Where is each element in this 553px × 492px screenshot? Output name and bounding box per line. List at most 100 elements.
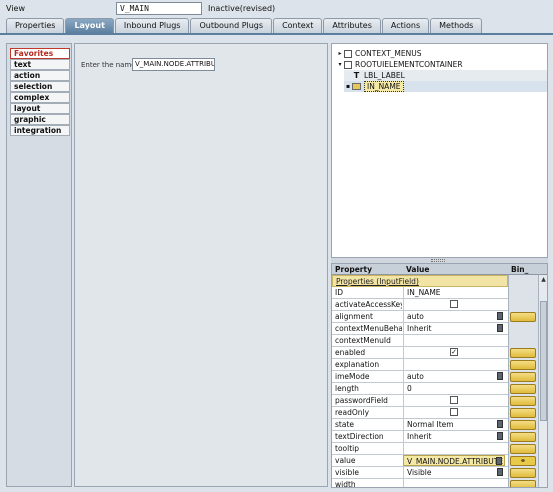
- property-group-header[interactable]: Properties (InputField): [332, 275, 508, 287]
- checkbox[interactable]: [450, 408, 458, 416]
- dropdown-icon[interactable]: [497, 372, 503, 380]
- property-row-readonly[interactable]: readOnly: [332, 407, 508, 419]
- tab-context[interactable]: Context: [273, 18, 323, 33]
- property-checkbox-cell[interactable]: [403, 407, 505, 418]
- property-row-width[interactable]: width: [332, 479, 508, 487]
- text-label-icon: T: [353, 71, 360, 80]
- palette-item-layout[interactable]: layout: [10, 103, 70, 114]
- palette-item-integration[interactable]: integration: [10, 125, 70, 136]
- binding-button[interactable]: [510, 348, 536, 358]
- property-checkbox-cell[interactable]: [403, 395, 505, 406]
- property-name: activateAccessKey: [335, 300, 402, 309]
- property-row-state[interactable]: state Normal Item: [332, 419, 508, 431]
- tab-divider: [0, 33, 553, 35]
- property-grid-header: Property Value Bin_: [332, 264, 547, 275]
- binding-button[interactable]: [510, 468, 536, 478]
- property-value-field[interactable]: V_MAIN.NODE.ATTRIBUTE: [403, 455, 505, 466]
- binding-button[interactable]: [510, 420, 536, 430]
- property-name: imeMode: [335, 372, 370, 381]
- property-dropdown[interactable]: auto: [403, 371, 505, 382]
- tab-properties[interactable]: Properties: [6, 18, 65, 33]
- tree-node-label: CONTEXT_MENUS: [355, 49, 422, 58]
- binding-button[interactable]: [510, 312, 536, 322]
- palette-item-graphic[interactable]: graphic: [10, 114, 70, 125]
- property-row-value[interactable]: value V_MAIN.NODE.ATTRIBUTE: [332, 455, 508, 467]
- property-dropdown[interactable]: Visible: [403, 467, 505, 478]
- palette-item-complex[interactable]: complex: [10, 92, 70, 103]
- property-row-visible[interactable]: visible Visible: [332, 467, 508, 479]
- property-value-field[interactable]: [403, 335, 505, 346]
- collapse-icon[interactable]: ▾: [336, 61, 344, 68]
- tree-node-in-name[interactable]: ▪ IN_NAME: [344, 81, 547, 92]
- scroll-thumb[interactable]: [540, 301, 547, 421]
- tree-node-lbl-label[interactable]: T LBL_LABEL: [344, 70, 547, 81]
- tree-node-context-menus[interactable]: ▸ CONTEXT_MENUS: [336, 48, 421, 59]
- property-dropdown[interactable]: Inherit: [403, 323, 505, 334]
- tab-attributes[interactable]: Attributes: [323, 18, 381, 33]
- dropdown-icon[interactable]: [497, 432, 503, 440]
- property-checkbox-cell[interactable]: ✓: [403, 347, 505, 358]
- tab-layout[interactable]: Layout: [65, 18, 114, 33]
- property-dropdown[interactable]: auto: [403, 311, 505, 322]
- property-value-field[interactable]: [403, 359, 505, 370]
- splitter-grip-icon[interactable]: [431, 259, 445, 262]
- property-row-id[interactable]: ID IN_NAME: [332, 287, 508, 299]
- binding-button[interactable]: [510, 384, 536, 394]
- binding-link-icon[interactable]: ⚭: [510, 456, 536, 466]
- container-icon: [344, 60, 352, 69]
- property-value-field[interactable]: 0: [403, 383, 505, 394]
- checkbox[interactable]: ✓: [450, 348, 458, 356]
- property-row-tooltip[interactable]: tooltip: [332, 443, 508, 455]
- tab-inbound-plugs[interactable]: Inbound Plugs: [114, 18, 190, 33]
- tree-node-label: ROOTUIELEMENTCONTAINER: [355, 60, 463, 69]
- palette-list: Favorites text action selection complex …: [10, 48, 70, 136]
- binding-button[interactable]: [510, 396, 536, 406]
- property-row-length[interactable]: length 0: [332, 383, 508, 395]
- binding-button[interactable]: [510, 480, 536, 487]
- palette-item-text[interactable]: text: [10, 59, 70, 70]
- property-row-enabled[interactable]: enabled ✓: [332, 347, 508, 359]
- property-row-passwordfield[interactable]: passwordField: [332, 395, 508, 407]
- dropdown-icon[interactable]: [497, 324, 503, 332]
- property-row-contextmenubehav[interactable]: contextMenuBehav Inherit: [332, 323, 508, 335]
- tab-methods[interactable]: Methods: [430, 18, 483, 33]
- expand-icon[interactable]: ▸: [336, 50, 344, 57]
- name-input-preview[interactable]: V_MAIN.NODE.ATTRIBUTE: [132, 58, 215, 71]
- property-row-contextmenuid[interactable]: contextMenuId: [332, 335, 508, 347]
- binding-button[interactable]: [510, 408, 536, 418]
- property-row-activateaccesskey[interactable]: activateAccessKey: [332, 299, 508, 311]
- property-row-alignment[interactable]: alignment auto: [332, 311, 508, 323]
- property-name: passwordField: [335, 396, 388, 405]
- input-field-icon: [352, 83, 361, 90]
- property-row-explanation[interactable]: explanation: [332, 359, 508, 371]
- dropdown-icon[interactable]: [497, 312, 503, 320]
- tree-node-root-container[interactable]: ▾ ROOTUIELEMENTCONTAINER: [336, 59, 463, 70]
- tab-actions[interactable]: Actions: [381, 18, 430, 33]
- property-group-label[interactable]: Properties (InputField): [336, 277, 419, 286]
- dropdown-icon[interactable]: [497, 468, 503, 476]
- tab-outbound-plugs[interactable]: Outbound Plugs: [190, 18, 273, 33]
- checkbox[interactable]: [450, 396, 458, 404]
- property-value-field[interactable]: IN_NAME: [403, 287, 505, 298]
- property-dropdown[interactable]: Inherit: [403, 431, 505, 442]
- palette-item-action[interactable]: action: [10, 70, 70, 81]
- property-value-field[interactable]: [403, 443, 505, 454]
- property-dropdown[interactable]: Normal Item: [403, 419, 505, 430]
- dropdown-icon[interactable]: [497, 420, 503, 428]
- scroll-up-icon[interactable]: ▲: [540, 276, 547, 283]
- checkbox[interactable]: [450, 300, 458, 308]
- view-name-field[interactable]: V_MAIN: [116, 2, 202, 15]
- palette-item-selection[interactable]: selection: [10, 81, 70, 92]
- property-row-imemode[interactable]: imeMode auto: [332, 371, 508, 383]
- property-scrollbar[interactable]: ▲: [538, 275, 547, 487]
- layout-canvas[interactable]: Enter the name: V_MAIN.NODE.ATTRIBUTE: [74, 43, 328, 487]
- dropdown-icon[interactable]: [496, 457, 502, 465]
- palette-item-favorites[interactable]: Favorites: [10, 48, 70, 59]
- property-checkbox-cell[interactable]: [403, 299, 505, 310]
- binding-button[interactable]: [510, 444, 536, 454]
- property-value-field[interactable]: [403, 479, 505, 487]
- binding-button[interactable]: [510, 360, 536, 370]
- property-row-textdirection[interactable]: textDirection Inherit: [332, 431, 508, 443]
- binding-button[interactable]: [510, 432, 536, 442]
- binding-button[interactable]: [510, 372, 536, 382]
